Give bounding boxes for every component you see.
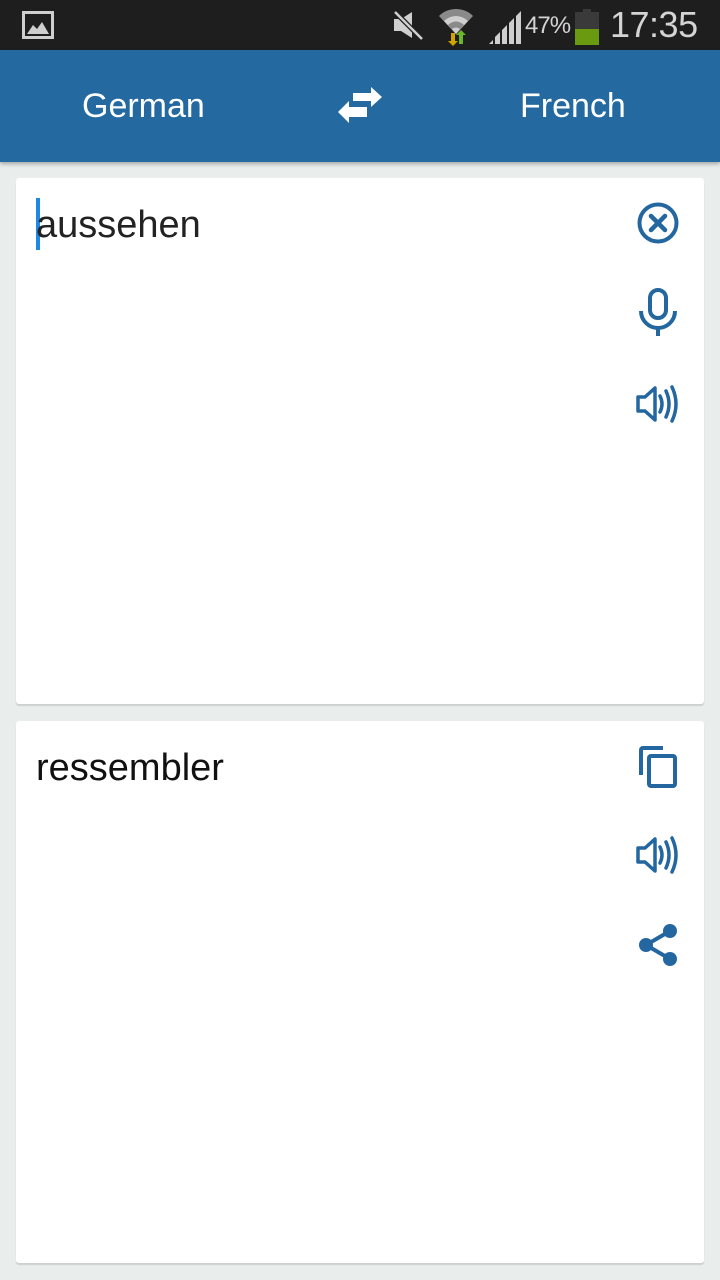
speaker-icon <box>636 836 678 874</box>
input-card: aussehen <box>16 178 704 704</box>
output-card: ressembler <box>16 721 704 1263</box>
speak-translation-button[interactable] <box>634 831 682 879</box>
clock: 17:35 <box>610 4 698 45</box>
copy-icon <box>639 746 677 788</box>
voice-input-button[interactable] <box>634 288 682 336</box>
swap-languages-button[interactable] <box>330 80 390 130</box>
translated-text: ressembler <box>36 747 224 789</box>
mute-icon <box>393 10 424 40</box>
copy-button[interactable] <box>634 743 682 791</box>
battery-icon <box>575 9 599 45</box>
battery-percent: 47% <box>525 12 571 39</box>
wifi-data-icon <box>439 8 473 46</box>
clear-button[interactable] <box>634 199 682 247</box>
source-text-input[interactable]: aussehen <box>36 204 201 247</box>
share-button[interactable] <box>634 921 682 969</box>
target-language-selector[interactable]: French <box>520 87 626 126</box>
close-circle-icon <box>637 202 679 244</box>
language-bar: German French <box>0 50 720 162</box>
image-icon <box>22 11 54 39</box>
share-icon <box>639 924 677 966</box>
swap-arrows-icon <box>338 87 382 123</box>
signal-icon <box>489 11 521 44</box>
source-language-selector[interactable]: German <box>82 87 205 126</box>
microphone-icon <box>639 288 677 336</box>
status-bar: 47% 17:35 <box>0 0 720 50</box>
speaker-icon <box>636 385 678 423</box>
speak-source-button[interactable] <box>634 380 682 428</box>
